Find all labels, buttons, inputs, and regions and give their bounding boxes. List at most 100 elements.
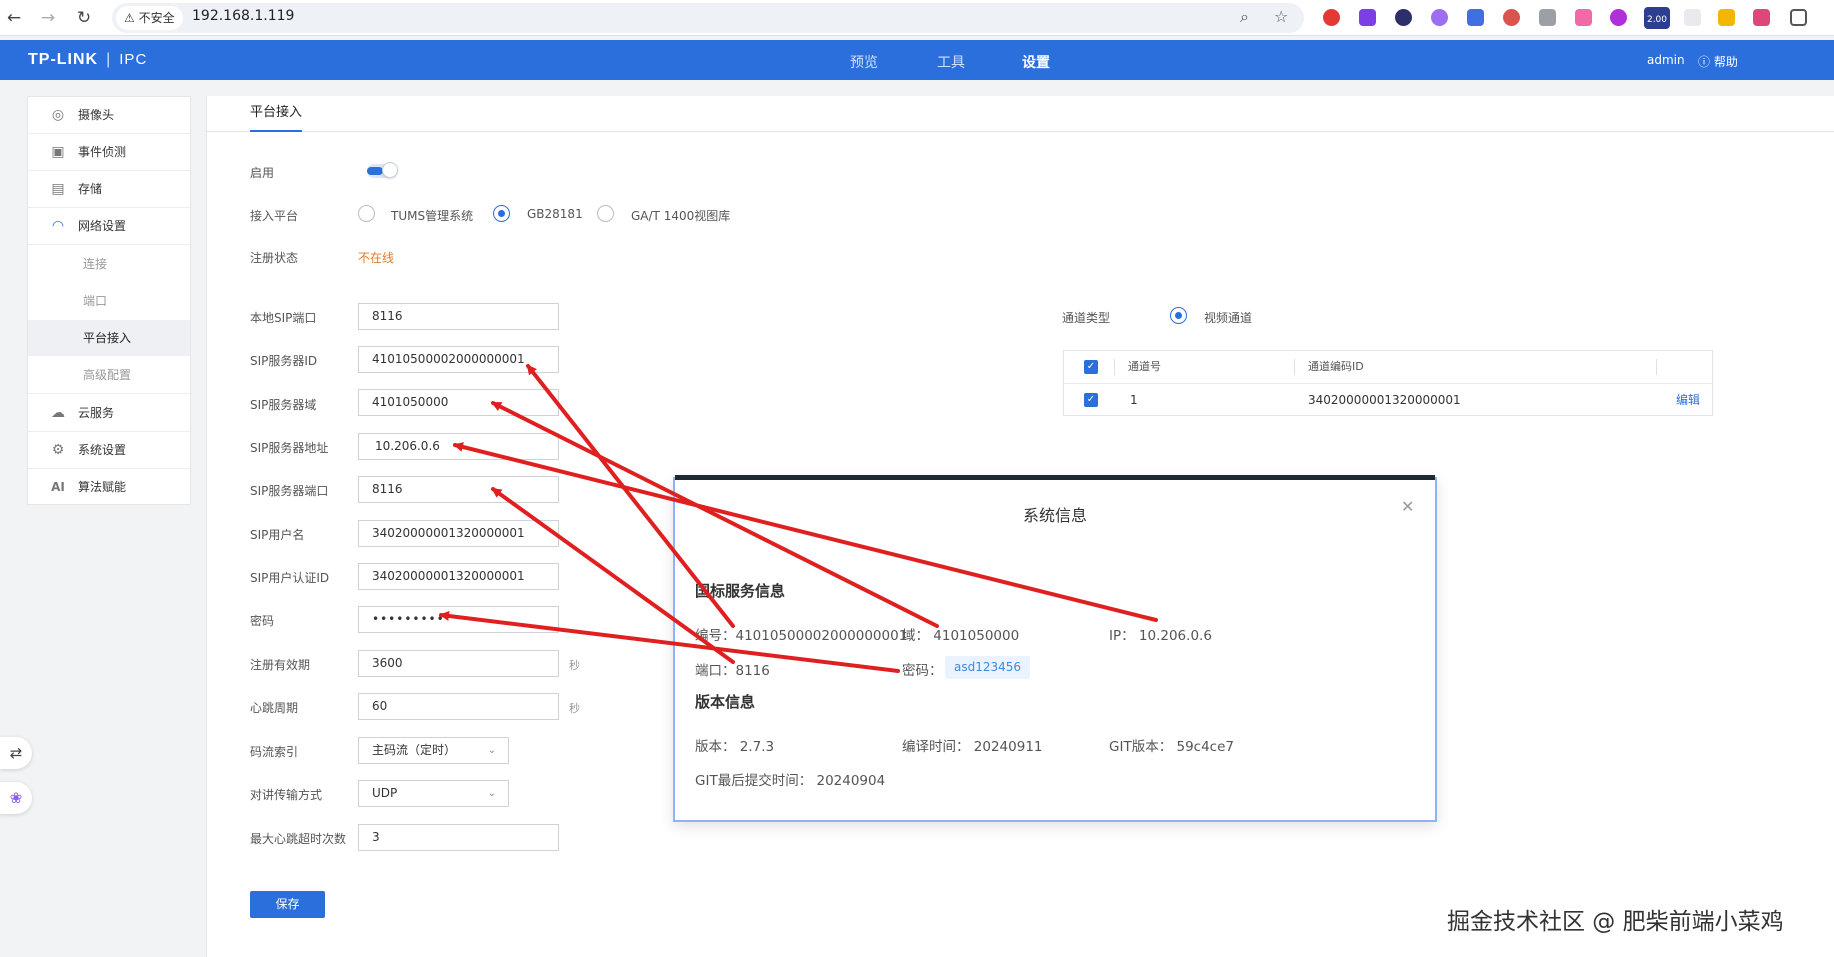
extension-badge-icon[interactable]: 2.00 [1644, 7, 1670, 29]
git-version: GIT版本： 59c4ce7 [1109, 739, 1234, 755]
extension-magenta-icon[interactable] [1610, 9, 1627, 26]
user-name[interactable]: admin [1647, 53, 1685, 67]
sidebar-sub-port[interactable]: 端口 [28, 283, 190, 319]
divider [28, 244, 190, 245]
translate-icon[interactable]: ⇄ [0, 737, 32, 769]
chevron-down-icon: ⌄ [487, 788, 496, 799]
save-button[interactable]: 保存 [250, 891, 325, 918]
max-heartbeat-timeout-input[interactable]: 3 [358, 824, 559, 851]
extension-translate-icon[interactable] [1753, 9, 1770, 26]
sidebar-item-network[interactable]: ◠ 网络设置 [28, 208, 190, 244]
version-section-title: 版本信息 [695, 693, 756, 711]
reload-icon[interactable]: ↻ [72, 6, 96, 30]
cloud-icon: ☁ [51, 405, 65, 421]
heartbeat-input[interactable]: 60 [358, 693, 559, 720]
radio-video-channel[interactable] [1170, 307, 1187, 324]
field-label: 对讲传输方式 [250, 788, 323, 802]
extension-red-icon[interactable] [1323, 9, 1340, 26]
channel-type-label: 通道类型 [1062, 311, 1111, 325]
tab-settings[interactable]: 设置 [1022, 52, 1050, 72]
sidebar-sub-connect[interactable]: 连接 [28, 246, 190, 282]
status-label: 注册状态 [250, 251, 299, 265]
dialog-top-edge [675, 475, 1435, 480]
extension-camera-icon[interactable] [1539, 9, 1556, 26]
sip-server-addr-input[interactable]: 10.206.0.6 [358, 433, 559, 460]
extension-download-icon[interactable] [1718, 9, 1735, 26]
radio-gat1400-label: GA/T 1400视图库 [631, 209, 731, 223]
sip-username-input[interactable]: 34020000001320000001 [358, 520, 559, 547]
bookmark-star-icon[interactable]: ☆ [1274, 7, 1288, 26]
sip-server-id-input[interactable]: 41010500002000000001 [358, 346, 559, 373]
password-input[interactable]: ••••••••• [358, 606, 559, 633]
select-value: 主码流（定时） [372, 743, 457, 757]
brand-name: TP-LINK [28, 51, 99, 68]
help-label: 帮助 [1713, 55, 1738, 69]
edit-link[interactable]: 编辑 [1676, 384, 1700, 416]
stream-index-select[interactable]: 主码流（定时） ⌄ [358, 737, 509, 764]
radio-video-channel-label: 视频通道 [1204, 311, 1253, 325]
sidebar-item-label: 事件侦测 [78, 145, 127, 159]
watermark: 掘金技术社区 @ 肥柴前端小菜鸡 [1447, 909, 1784, 935]
select-all-checkbox[interactable]: ✓ [1084, 360, 1098, 374]
platform-label: 接入平台 [250, 209, 299, 223]
sidebar-sub-label: 连接 [83, 257, 108, 271]
field-label: SIP服务器端口 [250, 484, 329, 498]
gb-port: 端口：8116 [695, 663, 770, 679]
toggle-knob[interactable] [382, 162, 398, 178]
extension-wave-icon[interactable] [1467, 9, 1484, 26]
back-icon[interactable]: ← [2, 6, 26, 30]
sip-auth-id-input[interactable]: 34020000001320000001 [358, 563, 559, 590]
extension-brain-icon[interactable] [1431, 9, 1448, 26]
sidebar-item-label: 网络设置 [78, 219, 127, 233]
field-label: SIP服务器域 [250, 398, 317, 412]
sidebar-item-storage[interactable]: ▤ 存储 [28, 171, 190, 207]
event-icon: ▣ [51, 144, 65, 160]
sidebar-item-event[interactable]: ▣ 事件侦测 [28, 134, 190, 170]
url-text[interactable]: 192.168.1.119 [192, 8, 294, 24]
help-link[interactable]: ⓘ 帮助 [1698, 53, 1738, 70]
extension-grey-icon[interactable] [1684, 9, 1701, 26]
sidebar-item-system[interactable]: ⚙ 系统设置 [28, 432, 190, 468]
extensions-puzzle-icon[interactable] [1790, 9, 1807, 26]
extension-pink-icon[interactable] [1575, 9, 1592, 26]
sip-server-domain-input[interactable]: 4101050000 [358, 389, 559, 416]
forward-icon[interactable]: → [36, 6, 60, 30]
extension-color-icon[interactable] [1503, 9, 1520, 26]
dialog-title: 系统信息 [1022, 506, 1087, 525]
radio-tums-label: TUMS管理系统 [391, 209, 474, 223]
sidebar-sub-platform[interactable]: 平台接入 [28, 320, 190, 356]
tab-platform-access[interactable]: 平台接入 [250, 96, 303, 132]
sidebar-item-camera[interactable]: ◎ 摄像头 [28, 97, 190, 133]
extension-face-icon[interactable] [1395, 9, 1412, 26]
radio-gat1400[interactable] [597, 205, 614, 222]
radio-gb28181[interactable] [493, 205, 510, 222]
talk-transport-select[interactable]: UDP ⌄ [358, 780, 509, 807]
zoom-icon[interactable]: ⌕ [1240, 7, 1249, 27]
browser-toolbar: ← → ↻ ⚠ 不安全 192.168.1.119 ⌕ ☆ 2.00 [0, 0, 1834, 36]
close-icon[interactable]: ✕ [1401, 497, 1414, 516]
sidebar-item-label: 存储 [78, 182, 103, 196]
system-info-dialog: 系统信息 ✕ 国标服务信息 编号：41010500002000000001 域：… [673, 475, 1437, 822]
enable-toggle[interactable] [367, 162, 398, 178]
tab-tools[interactable]: 工具 [937, 52, 965, 72]
radio-tums[interactable] [358, 205, 375, 222]
tab-preview[interactable]: 预览 [850, 52, 878, 72]
security-chip[interactable]: ⚠ 不安全 [116, 6, 183, 30]
brand-product: IPC [119, 51, 148, 68]
sidebar-sub-advanced[interactable]: 高级配置 [28, 357, 190, 393]
field-label: 码流索引 [250, 745, 299, 759]
column-header: 通道编码ID [1308, 360, 1364, 373]
sip-server-port-input[interactable]: 8116 [358, 476, 559, 503]
sidebar-sub-label: 高级配置 [83, 368, 132, 382]
sidebar-sub-label: 平台接入 [83, 331, 132, 345]
channel-code: 34020000001320000001 [1308, 393, 1461, 407]
ai-assistant-icon[interactable]: ❀ [0, 782, 32, 814]
gb-password-label: 密码： [902, 663, 943, 679]
register-valid-input[interactable]: 3600 [358, 650, 559, 677]
build-time: 编译时间： 20240911 [902, 739, 1043, 755]
row-checkbox[interactable]: ✓ [1084, 393, 1098, 407]
extension-purple-icon[interactable] [1359, 9, 1376, 26]
sidebar-item-cloud[interactable]: ☁ 云服务 [28, 395, 190, 431]
local-sip-port-input[interactable]: 8116 [358, 303, 559, 330]
sidebar-item-ai[interactable]: AI 算法赋能 [28, 469, 190, 505]
